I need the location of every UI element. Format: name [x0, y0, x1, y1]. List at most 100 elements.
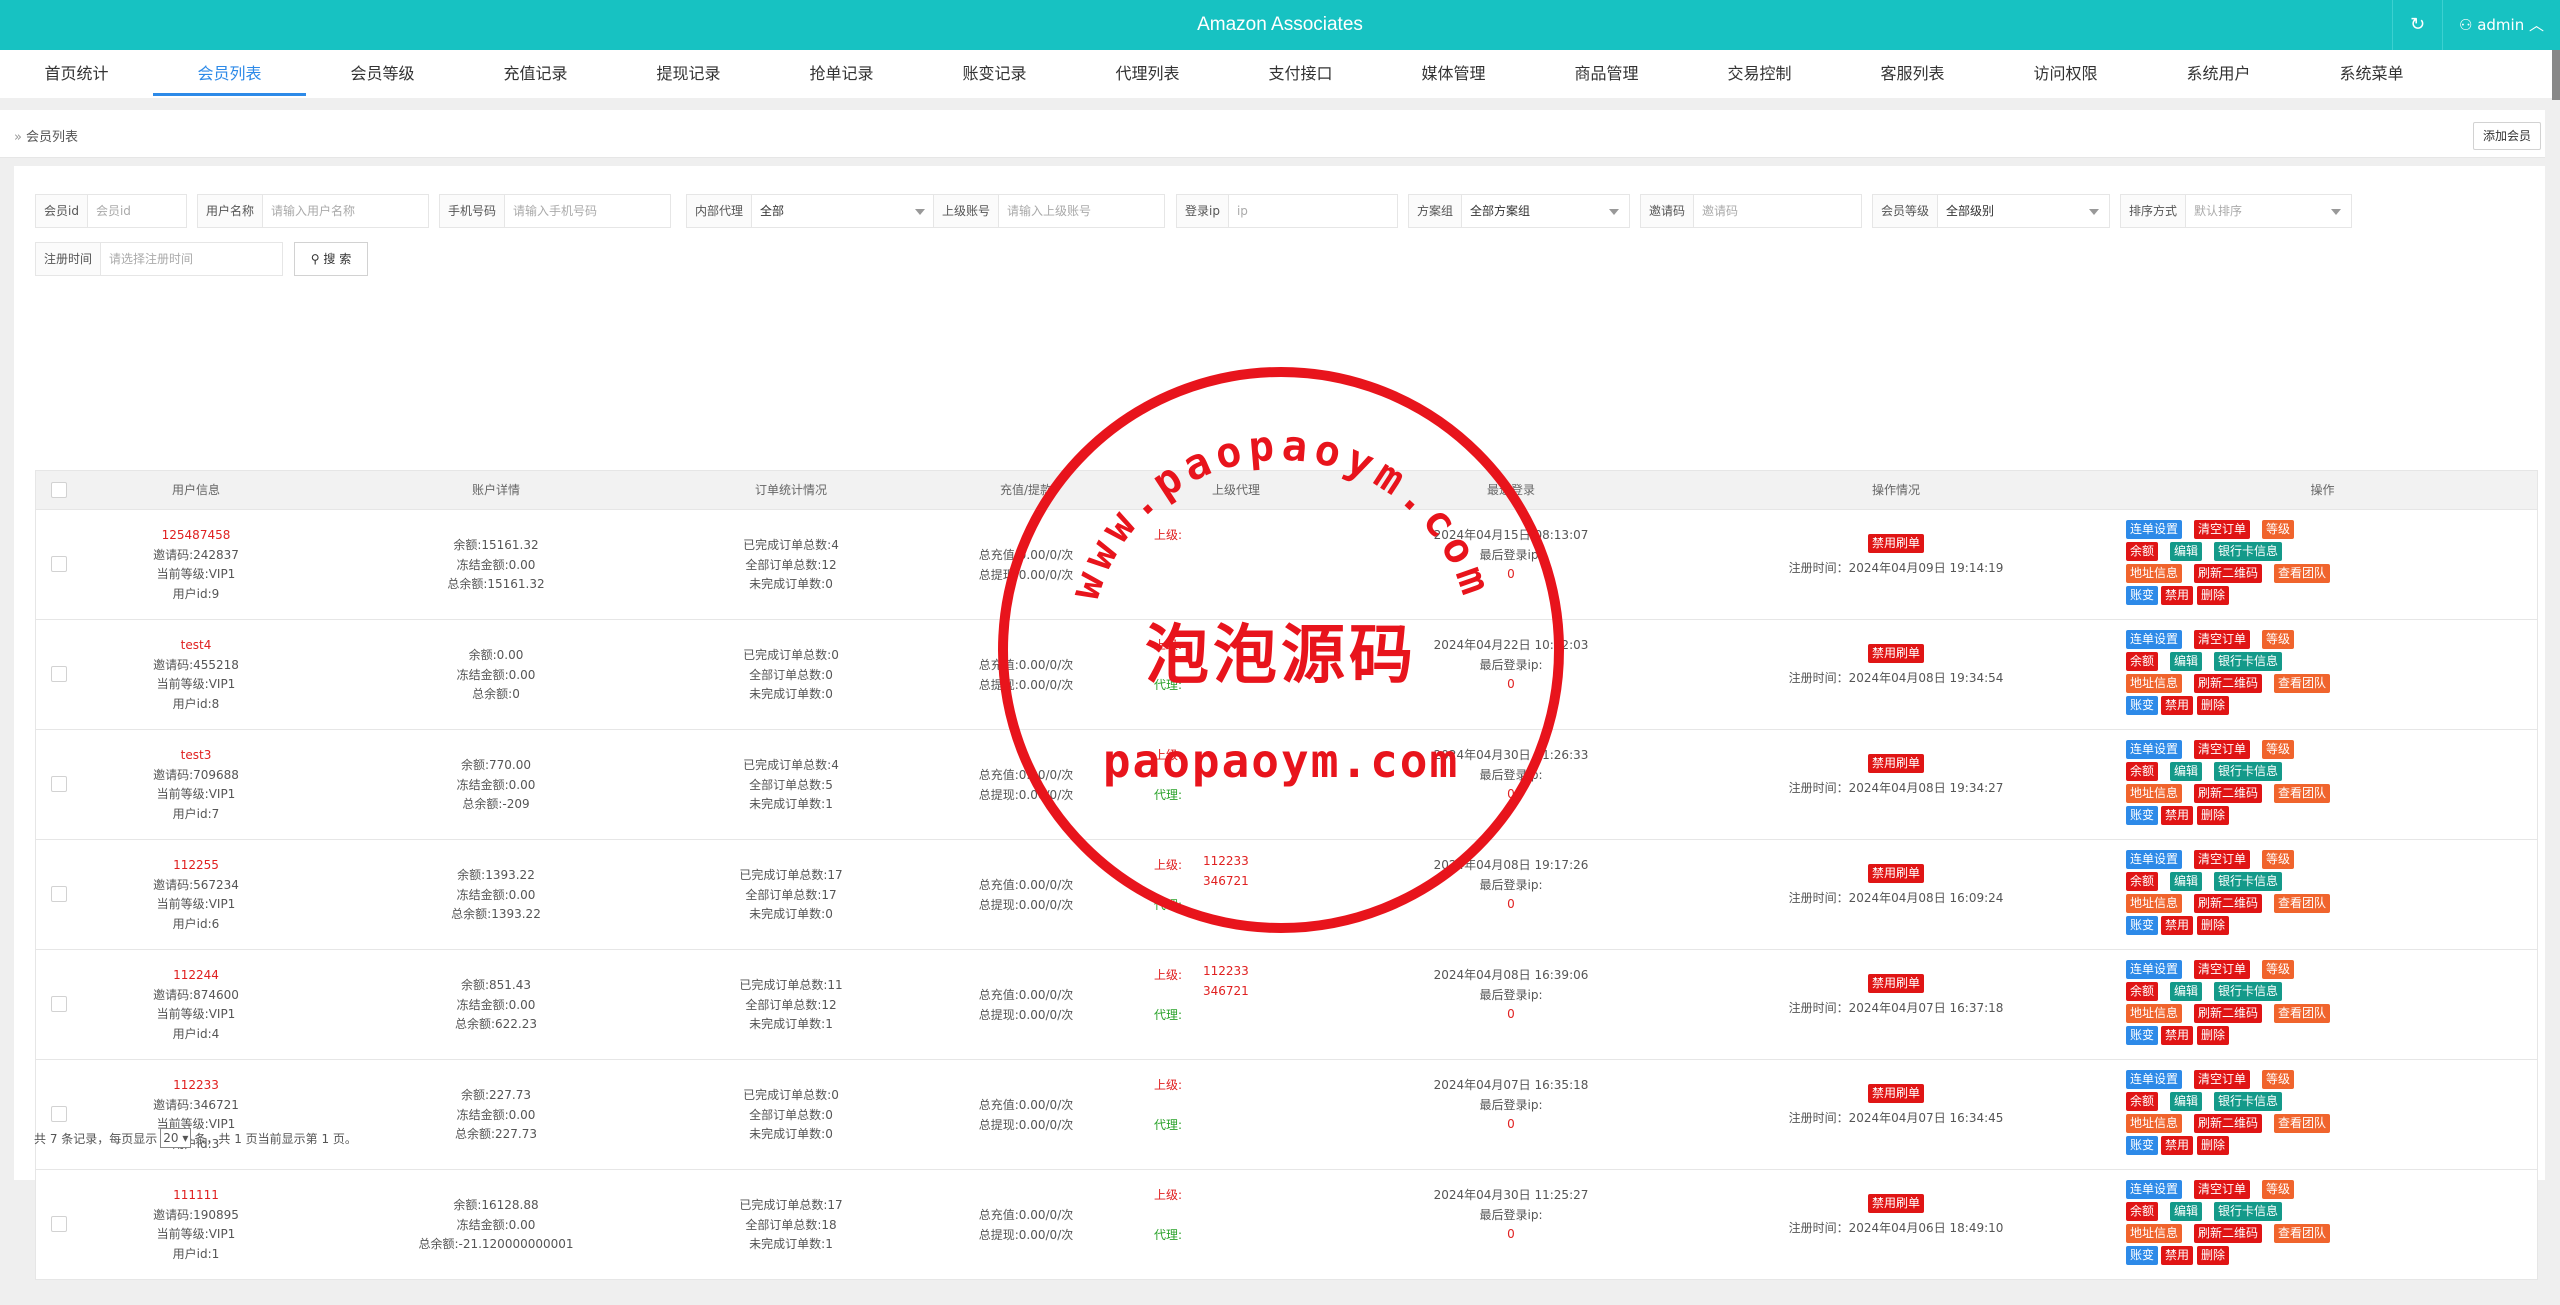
- row-checkbox[interactable]: [51, 1106, 67, 1122]
- parent-input[interactable]: [999, 195, 1164, 227]
- nav-item[interactable]: 交易控制: [1683, 50, 1836, 96]
- page-size-select[interactable]: 20 ▾: [160, 1128, 192, 1148]
- row-checkbox[interactable]: [51, 996, 67, 1012]
- disable-order-badge[interactable]: 禁用刷单: [1867, 864, 1924, 883]
- action-button[interactable]: 编辑: [2170, 1202, 2203, 1221]
- nav-item[interactable]: 充值记录: [459, 50, 612, 96]
- action-button[interactable]: 编辑: [2170, 1092, 2203, 1111]
- row-checkbox[interactable]: [51, 1216, 67, 1232]
- user-menu[interactable]: ⚇ admin ︿: [2442, 0, 2560, 50]
- row-checkbox[interactable]: [51, 666, 67, 682]
- action-button[interactable]: 禁用: [2161, 586, 2194, 605]
- nav-item[interactable]: 提现记录: [612, 50, 765, 96]
- action-button[interactable]: 刷新二维码: [2194, 1224, 2263, 1243]
- action-button[interactable]: 银行卡信息: [2214, 1202, 2283, 1221]
- action-button[interactable]: 清空订单: [2194, 630, 2251, 649]
- action-button[interactable]: 删除: [2197, 1026, 2230, 1045]
- search-button[interactable]: ⚲ 搜 索: [294, 242, 368, 276]
- action-button[interactable]: 地址信息: [2126, 564, 2183, 583]
- action-button[interactable]: 查看团队: [2274, 674, 2331, 693]
- action-button[interactable]: 余额: [2126, 1092, 2159, 1111]
- action-button[interactable]: 余额: [2126, 1202, 2159, 1221]
- action-button[interactable]: 清空订单: [2194, 740, 2251, 759]
- parent-account-link[interactable]: 112233: [1203, 962, 1249, 982]
- action-button[interactable]: 地址信息: [2126, 1224, 2183, 1243]
- action-button[interactable]: 等级: [2262, 740, 2295, 759]
- add-member-button[interactable]: 添加会员: [2473, 122, 2541, 150]
- nav-item[interactable]: 媒体管理: [1377, 50, 1530, 96]
- action-button[interactable]: 等级: [2262, 960, 2295, 979]
- action-button[interactable]: 清空订单: [2194, 1070, 2251, 1089]
- action-button[interactable]: 等级: [2262, 1180, 2295, 1199]
- action-button[interactable]: 银行卡信息: [2214, 542, 2283, 561]
- action-button[interactable]: 连单设置: [2126, 850, 2183, 869]
- member-name-link[interactable]: 112244: [66, 966, 326, 986]
- action-button[interactable]: 禁用: [2161, 1246, 2194, 1265]
- action-button[interactable]: 等级: [2262, 520, 2295, 539]
- refresh-button[interactable]: ↻: [2392, 0, 2442, 50]
- action-button[interactable]: 账变: [2126, 806, 2159, 825]
- invite-input[interactable]: [1694, 195, 1861, 227]
- nav-item[interactable]: 账变记录: [918, 50, 1071, 96]
- action-button[interactable]: 刷新二维码: [2194, 674, 2263, 693]
- action-button[interactable]: 刷新二维码: [2194, 564, 2263, 583]
- scrollbar[interactable]: [2552, 50, 2560, 100]
- action-button[interactable]: 等级: [2262, 850, 2295, 869]
- parent-account-link[interactable]: 346721: [1203, 982, 1249, 1002]
- nav-item[interactable]: 客服列表: [1836, 50, 1989, 96]
- action-button[interactable]: 账变: [2126, 696, 2159, 715]
- action-button[interactable]: 账变: [2126, 1246, 2159, 1265]
- action-button[interactable]: 等级: [2262, 1070, 2295, 1089]
- member-name-link[interactable]: 111111: [66, 1186, 326, 1206]
- action-button[interactable]: 查看团队: [2274, 1114, 2331, 1133]
- member-name-link[interactable]: 112233: [66, 1076, 326, 1096]
- sort-select[interactable]: 默认排序: [2186, 195, 2351, 227]
- action-button[interactable]: 连单设置: [2126, 1180, 2183, 1199]
- action-button[interactable]: 刷新二维码: [2194, 894, 2263, 913]
- member-name-link[interactable]: test3: [66, 746, 326, 766]
- action-button[interactable]: 编辑: [2170, 872, 2203, 891]
- parent-account-link[interactable]: 112233: [1203, 852, 1249, 872]
- reg-time-input[interactable]: [101, 243, 282, 275]
- disable-order-badge[interactable]: 禁用刷单: [1867, 644, 1924, 663]
- select-all-checkbox[interactable]: [51, 482, 67, 498]
- row-checkbox[interactable]: [51, 886, 67, 902]
- member-name-link[interactable]: 125487458: [66, 526, 326, 546]
- action-button[interactable]: 查看团队: [2274, 564, 2331, 583]
- action-button[interactable]: 清空订单: [2194, 960, 2251, 979]
- action-button[interactable]: 清空订单: [2194, 850, 2251, 869]
- disable-order-badge[interactable]: 禁用刷单: [1867, 1084, 1924, 1103]
- action-button[interactable]: 删除: [2197, 806, 2230, 825]
- action-button[interactable]: 删除: [2197, 696, 2230, 715]
- login-ip-input[interactable]: [1228, 195, 1397, 227]
- action-button[interactable]: 刷新二维码: [2194, 1114, 2263, 1133]
- action-button[interactable]: 禁用: [2161, 806, 2194, 825]
- action-button[interactable]: 连单设置: [2126, 740, 2183, 759]
- member-name-link[interactable]: test4: [66, 636, 326, 656]
- member-id-input[interactable]: [87, 195, 186, 227]
- action-button[interactable]: 账变: [2126, 916, 2159, 935]
- action-button[interactable]: 查看团队: [2274, 1224, 2331, 1243]
- username-input[interactable]: [263, 195, 428, 227]
- nav-item[interactable]: 代理列表: [1071, 50, 1224, 96]
- row-checkbox[interactable]: [51, 776, 67, 792]
- nav-item[interactable]: 商品管理: [1530, 50, 1683, 96]
- agent-select[interactable]: 全部: [752, 195, 935, 227]
- action-button[interactable]: 查看团队: [2274, 1004, 2331, 1023]
- action-button[interactable]: 银行卡信息: [2214, 652, 2283, 671]
- action-button[interactable]: 清空订单: [2194, 1180, 2251, 1199]
- action-button[interactable]: 刷新二维码: [2194, 784, 2263, 803]
- action-button[interactable]: 禁用: [2161, 1026, 2194, 1045]
- nav-item[interactable]: 抢单记录: [765, 50, 918, 96]
- disable-order-badge[interactable]: 禁用刷单: [1867, 1194, 1924, 1213]
- action-button[interactable]: 编辑: [2170, 982, 2203, 1001]
- member-name-link[interactable]: 112255: [66, 856, 326, 876]
- action-button[interactable]: 查看团队: [2274, 894, 2331, 913]
- action-button[interactable]: 删除: [2197, 1136, 2230, 1155]
- action-button[interactable]: 余额: [2126, 982, 2159, 1001]
- nav-item[interactable]: 会员等级: [306, 50, 459, 96]
- nav-item[interactable]: 支付接口: [1224, 50, 1377, 96]
- disable-order-badge[interactable]: 禁用刷单: [1867, 974, 1924, 993]
- action-button[interactable]: 余额: [2126, 762, 2159, 781]
- action-button[interactable]: 地址信息: [2126, 1114, 2183, 1133]
